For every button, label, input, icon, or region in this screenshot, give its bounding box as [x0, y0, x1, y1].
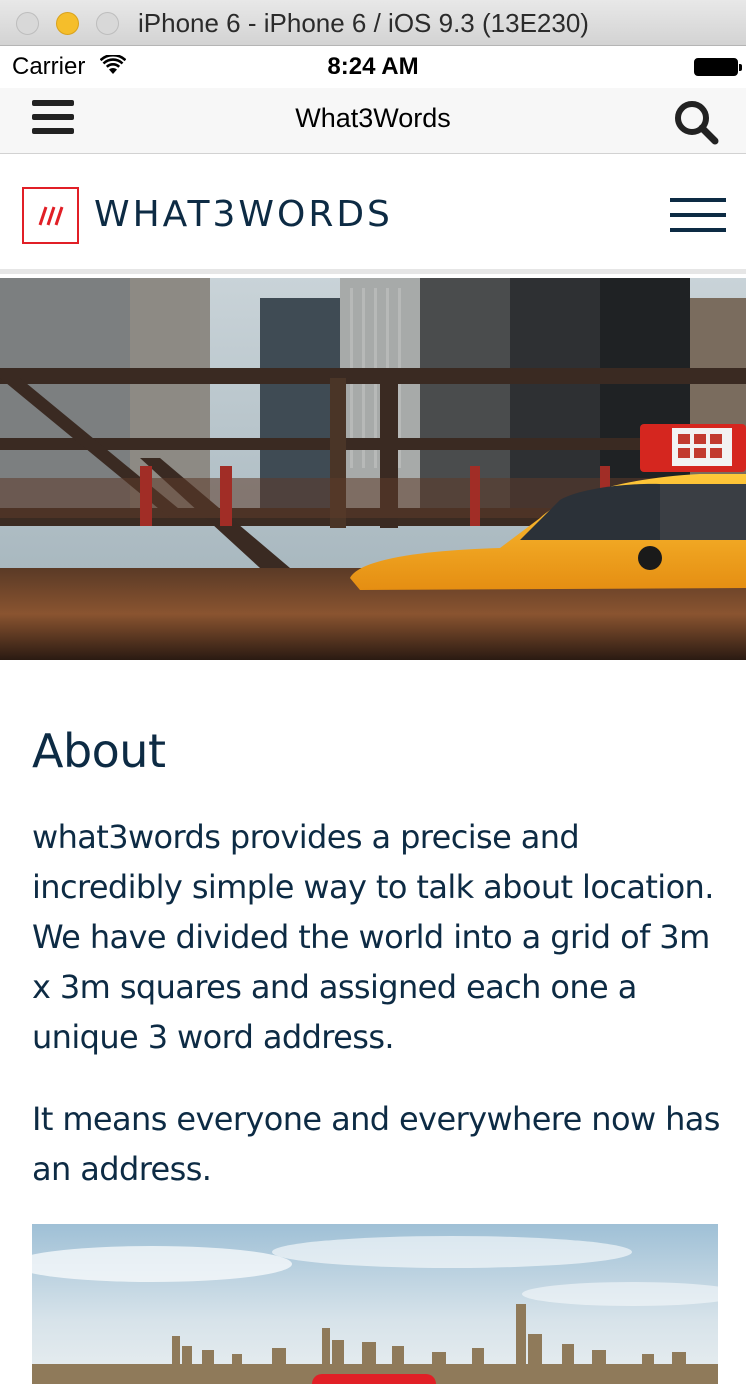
site-header: WHAT3WORDS	[0, 154, 746, 274]
about-heading: About	[32, 724, 166, 778]
slashes-icon	[38, 206, 64, 226]
about-paragraph: It means everyone and everywhere now has…	[32, 1100, 720, 1188]
logo-mark[interactable]	[22, 187, 79, 244]
logo-wordmark[interactable]: WHAT3WORDS	[94, 194, 393, 235]
hero-image	[0, 278, 746, 660]
app-nav-bar: What3Words	[0, 88, 746, 154]
window-minimize-button[interactable]	[56, 12, 79, 35]
battery-icon	[694, 58, 742, 76]
ios-status-bar: Carrier 8:24 AM	[0, 46, 746, 88]
about-paragraph: what3words provides a precise and incred…	[32, 818, 714, 1056]
search-icon[interactable]	[672, 98, 720, 146]
nav-title: What3Words	[295, 103, 451, 133]
window-close-button[interactable]	[16, 12, 39, 35]
window-title: iPhone 6 - iPhone 6 / iOS 9.3 (13E230)	[138, 8, 589, 38]
simulator-title-bar: iPhone 6 - iPhone 6 / iOS 9.3 (13E230)	[0, 0, 746, 46]
window-zoom-button[interactable]	[96, 12, 119, 35]
site-menu-icon[interactable]	[670, 198, 726, 232]
status-time: 8:24 AM	[327, 53, 419, 80]
city-skyline-image	[32, 1224, 718, 1384]
